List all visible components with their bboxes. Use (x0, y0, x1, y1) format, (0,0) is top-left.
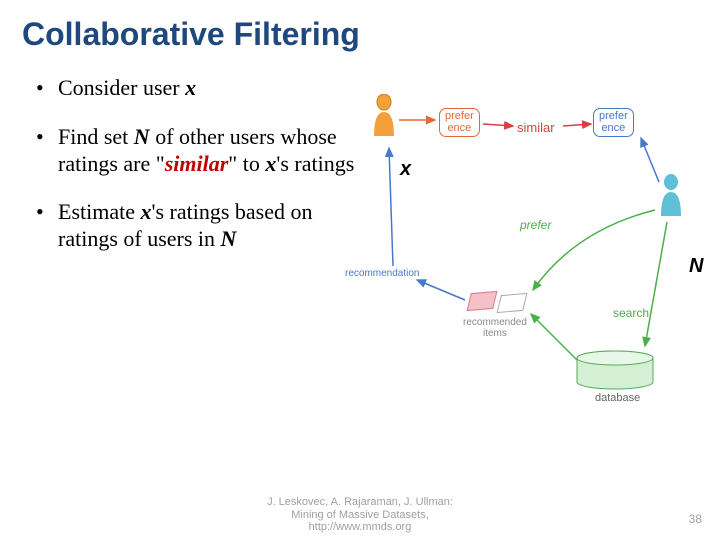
bullet-list: Consider user x Find set N of other user… (0, 53, 360, 253)
diagram-arrows (345, 90, 710, 420)
diagram: x preference similar preference N prefer… (345, 90, 710, 420)
b2-p3: " to (228, 151, 265, 176)
footer-line1: J. Leskovec, A. Rajaraman, J. Ullman: (0, 496, 720, 509)
similar-word: similar (165, 151, 229, 176)
footer-citation: J. Leskovec, A. Rajaraman, J. Ullman: Mi… (0, 496, 720, 534)
var-N: N (134, 124, 150, 149)
bullet-1: Consider user x (36, 75, 360, 102)
b2-p1: Find set (58, 124, 134, 149)
b2-p4: 's ratings (276, 151, 354, 176)
b3-p1: Estimate (58, 199, 140, 224)
var-x: x (185, 75, 196, 100)
page-title: Collaborative Filtering (0, 0, 720, 53)
b2-x: x (265, 151, 276, 176)
bullet-2: Find set N of other users whose ratings … (36, 124, 360, 178)
page-number: 38 (689, 512, 702, 526)
bullet-3: Estimate x's ratings based on ratings of… (36, 199, 360, 253)
b3-N: N (221, 226, 237, 251)
bullet1-text: Consider user (58, 75, 185, 100)
footer-line3: http://www.mmds.org (0, 521, 720, 534)
b3-x: x (140, 199, 151, 224)
footer-line2: Mining of Massive Datasets, (0, 509, 720, 522)
